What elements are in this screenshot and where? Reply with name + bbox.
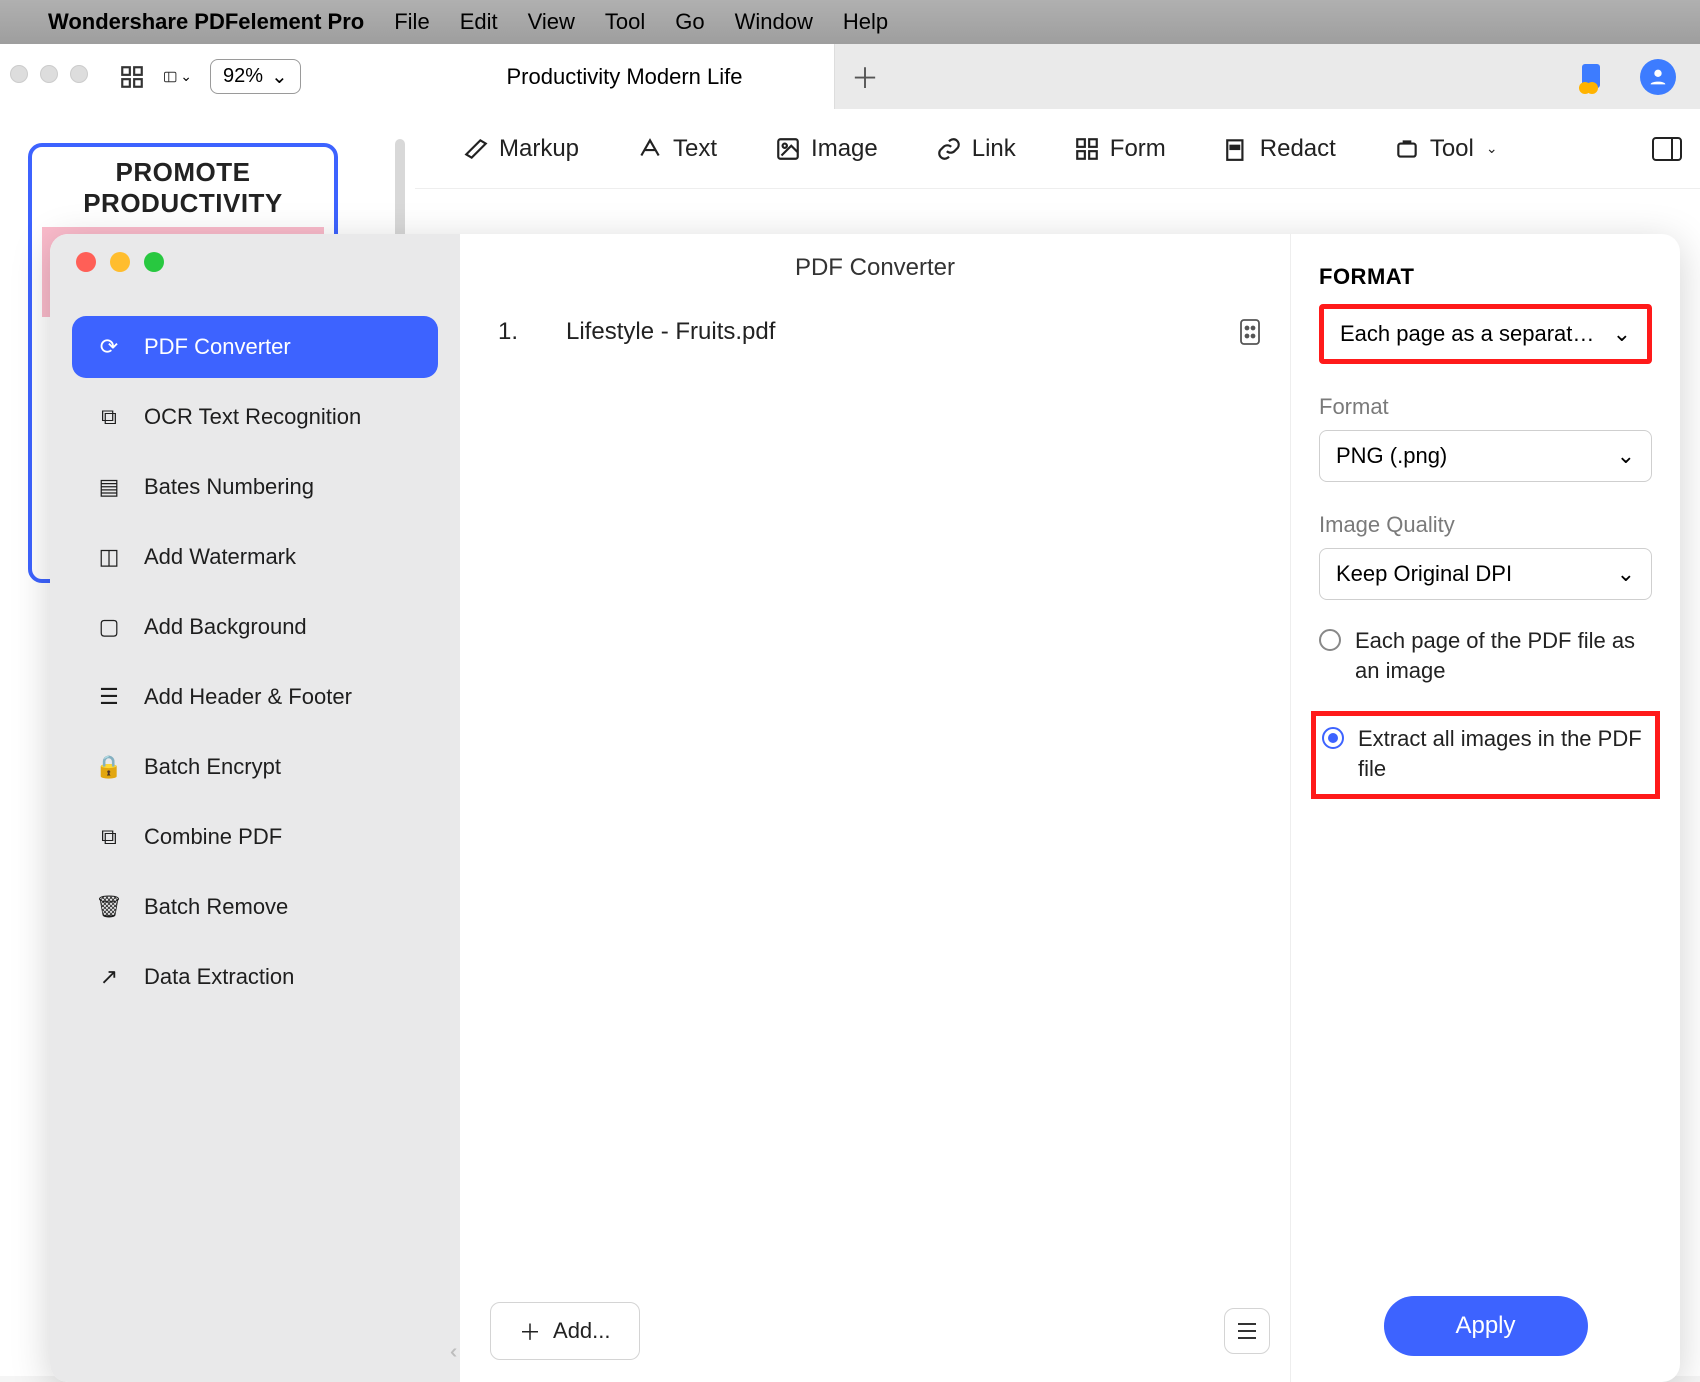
ribbon: Markup Text Image Link Form Redact Tool⌄ [415, 109, 1700, 189]
sidebar-item-watermark[interactable]: ◫Add Watermark [72, 526, 438, 588]
dialog-bottom-bar: ＋Add... [490, 1302, 1270, 1360]
lock-icon: 🔒 [96, 754, 122, 780]
panel-toggle-icon[interactable] [1652, 137, 1682, 161]
ribbon-tool[interactable]: Tool⌄ [1394, 135, 1498, 163]
account-avatar[interactable] [1640, 59, 1676, 95]
menu-help[interactable]: Help [843, 9, 888, 35]
list-options-button[interactable] [1224, 1308, 1270, 1354]
background-icon: ▢ [96, 614, 122, 640]
sidebar-item-bates[interactable]: ▤Bates Numbering [72, 456, 438, 518]
menu-view[interactable]: View [528, 9, 575, 35]
app-name[interactable]: Wondershare PDFelement Pro [48, 9, 364, 35]
format-label: Format [1319, 394, 1652, 420]
file-name: Lifestyle - Fruits.pdf [566, 318, 775, 346]
trash-icon: 🗑 [96, 894, 122, 920]
extract-icon: ↗ [96, 964, 122, 990]
refresh-icon: ⟳ [96, 334, 122, 360]
file-list: 1. Lifestyle - Fruits.pdf [460, 294, 1290, 1382]
document-tabs: Productivity Modern Life ＋ [415, 44, 1700, 109]
window-traffic-disabled [10, 65, 100, 88]
add-button[interactable]: ＋Add... [490, 1302, 640, 1360]
ribbon-form[interactable]: Form [1074, 135, 1166, 163]
menu-window[interactable]: Window [735, 9, 813, 35]
ribbon-image[interactable]: Image [775, 135, 878, 163]
dialog-title: PDF Converter [460, 254, 1290, 282]
combine-icon: ⧉ [96, 824, 122, 850]
zoom-select[interactable]: 92% ⌄ [210, 59, 301, 94]
sidebar-item-header-footer[interactable]: ☰Add Header & Footer [72, 666, 438, 728]
ribbon-text[interactable]: Text [637, 135, 717, 163]
chevron-down-icon: ⌄ [271, 64, 288, 89]
sidebar-item-batch-remove[interactable]: 🗑Batch Remove [72, 876, 438, 938]
chevron-down-icon: ⌄ [1617, 561, 1635, 587]
ribbon-markup[interactable]: Markup [463, 135, 579, 163]
format-panel: FORMAT Each page as a separat… ⌄ Format … [1290, 234, 1680, 1382]
file-index: 1. [488, 318, 518, 346]
sidebar-toggle-icon[interactable]: ⌄ [164, 63, 192, 91]
page-mode-select[interactable]: Each page as a separat… ⌄ [1319, 304, 1652, 364]
menu-file[interactable]: File [394, 9, 429, 35]
radio-each-page[interactable]: Each page of the PDF file as an image [1319, 626, 1652, 685]
thumbnail-banner: PROMOTE PRODUCTIVITY [42, 157, 324, 219]
bates-icon: ▤ [96, 474, 122, 500]
sidebar-collapse-icon[interactable]: ‹‹ [450, 1341, 451, 1364]
menu-go[interactable]: Go [675, 9, 704, 35]
apply-button[interactable]: Apply [1383, 1296, 1587, 1356]
menu-edit[interactable]: Edit [460, 9, 498, 35]
grid-view-icon[interactable] [118, 63, 146, 91]
zoom-value: 92% [223, 65, 263, 88]
dialog-sidebar: ⟳PDF Converter ⧉OCR Text Recognition ▤Ba… [50, 234, 460, 1382]
radio-icon [1319, 629, 1341, 651]
mac-menubar: Wondershare PDFelement Pro File Edit Vie… [0, 0, 1700, 44]
radio-extract-images[interactable]: Extract all images in the PDF file [1311, 711, 1660, 798]
file-row[interactable]: 1. Lifestyle - Fruits.pdf [488, 318, 1262, 346]
window-toolbar-left: ⌄ 92% ⌄ [0, 44, 415, 109]
sidebar-item-encrypt[interactable]: 🔒Batch Encrypt [72, 736, 438, 798]
pdf-converter-dialog: ⟳PDF Converter ⧉OCR Text Recognition ▤Ba… [50, 234, 1680, 1382]
dialog-traffic-lights[interactable] [50, 252, 460, 272]
ocr-icon: ⧉ [96, 404, 122, 430]
chevron-down-icon: ⌄ [1617, 443, 1635, 469]
close-icon[interactable] [76, 252, 96, 272]
minimize-icon[interactable] [110, 252, 130, 272]
sidebar-item-pdf-converter[interactable]: ⟳PDF Converter [72, 316, 438, 378]
sidebar-item-ocr[interactable]: ⧉OCR Text Recognition [72, 386, 438, 448]
ribbon-redact[interactable]: Redact [1224, 135, 1336, 163]
menu-tool[interactable]: Tool [605, 9, 645, 35]
format-heading: FORMAT [1319, 264, 1652, 290]
header-footer-icon: ☰ [96, 684, 122, 710]
ribbon-link[interactable]: Link [936, 135, 1016, 163]
quality-label: Image Quality [1319, 512, 1652, 538]
chevron-down-icon: ⌄ [1486, 140, 1498, 157]
tab-active[interactable]: Productivity Modern Life [415, 44, 835, 109]
page-range-icon[interactable] [1238, 318, 1262, 346]
zoom-icon[interactable] [144, 252, 164, 272]
chevron-down-icon: ⌄ [1613, 321, 1631, 347]
sidebar-item-data-extraction[interactable]: ↗Data Extraction [72, 946, 438, 1008]
format-select[interactable]: PNG (.png) ⌄ [1319, 430, 1652, 482]
radio-checked-icon [1322, 727, 1344, 749]
quality-select[interactable]: Keep Original DPI ⌄ [1319, 548, 1652, 600]
compare-icon[interactable] [1576, 60, 1610, 94]
tab-add[interactable]: ＋ [835, 44, 895, 109]
sidebar-item-background[interactable]: ▢Add Background [72, 596, 438, 658]
sidebar-item-combine[interactable]: ⧉Combine PDF [72, 806, 438, 868]
plus-icon: ＋ [519, 1315, 541, 1347]
watermark-icon: ◫ [96, 544, 122, 570]
